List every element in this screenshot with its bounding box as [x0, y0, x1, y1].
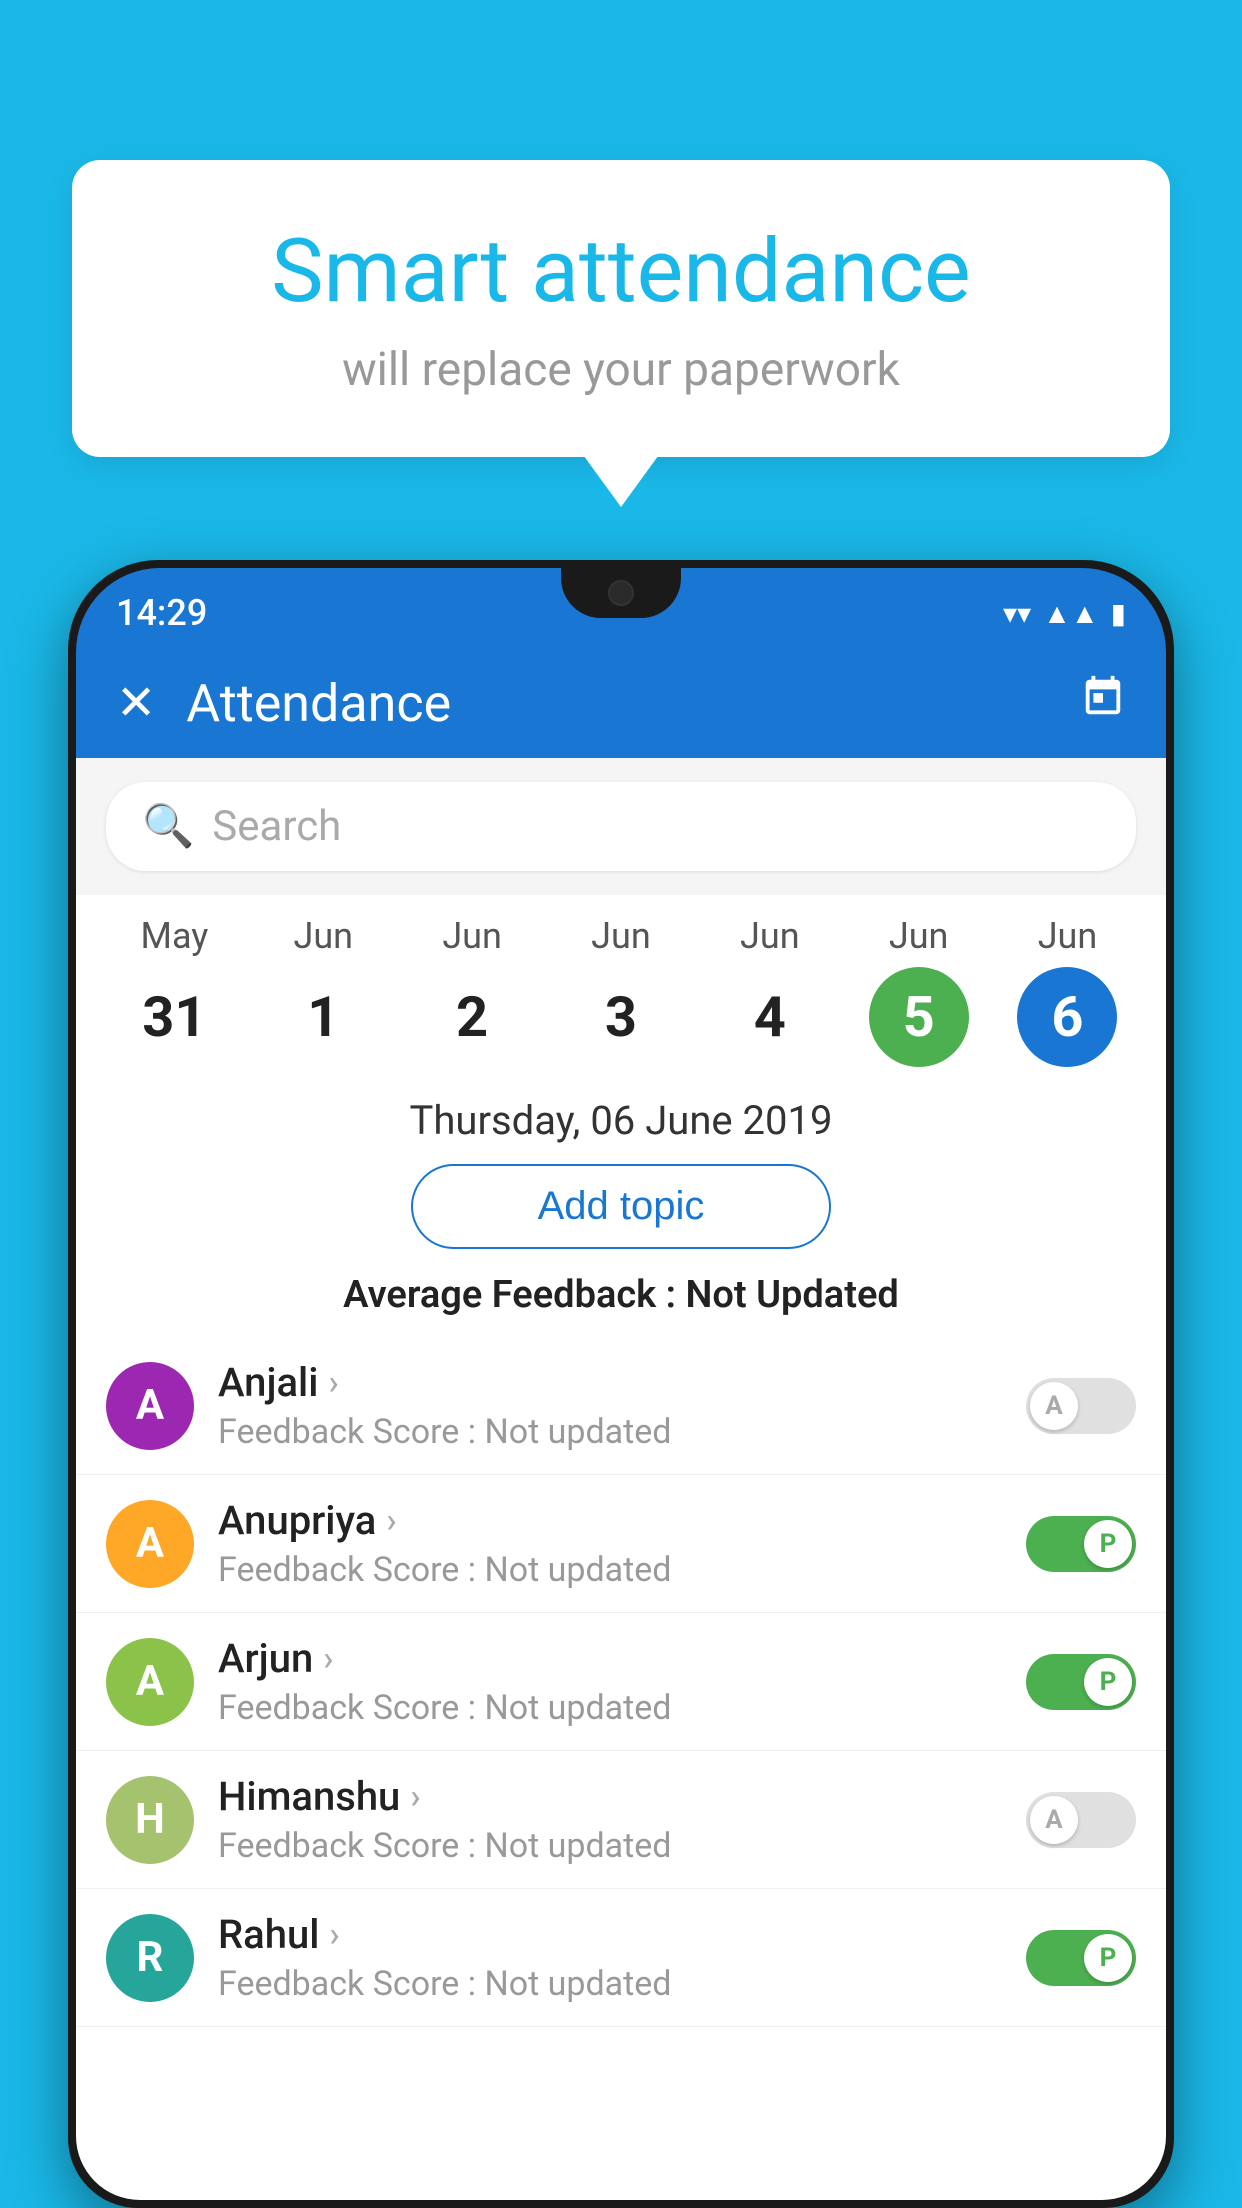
chevron-icon: › — [328, 1363, 338, 1403]
app-title: Attendance — [186, 673, 1050, 734]
feedback-score: Feedback Score : Not updated — [218, 1550, 1002, 1590]
attendance-toggle[interactable]: P — [1026, 1654, 1136, 1710]
toggle-knob: P — [1084, 1934, 1132, 1982]
avatar: A — [106, 1638, 194, 1726]
avatar: H — [106, 1776, 194, 1864]
battery-icon: ▮ — [1111, 597, 1126, 630]
attendance-toggle-wrap: P — [1026, 1930, 1136, 1986]
avatar: A — [106, 1362, 194, 1450]
student-list: AAnjali ›Feedback Score : Not updatedAAA… — [76, 1337, 1166, 2027]
cal-date: 5 — [869, 967, 969, 1067]
cal-month: Jun — [889, 915, 949, 957]
phone-frame: 14:29 ▾▾ ▲▲ ▮ ✕ Attendance 🔍 S — [68, 560, 1174, 2208]
avatar: R — [106, 1914, 194, 2002]
attendance-toggle-wrap: P — [1026, 1516, 1136, 1572]
attendance-toggle[interactable]: A — [1026, 1378, 1136, 1434]
speech-bubble-subtitle: will replace your paperwork — [152, 343, 1090, 397]
calendar-day-6[interactable]: Jun 6 — [1012, 915, 1122, 1067]
calendar-icon[interactable] — [1080, 674, 1126, 732]
calendar-day-31[interactable]: May 31 — [119, 915, 229, 1067]
student-item: A Arjun › Feedback Score : Not updated P — [76, 1613, 1166, 1751]
speech-bubble-title: Smart attendance — [152, 220, 1090, 323]
feedback-score: Feedback Score : Not updated — [218, 1688, 1002, 1728]
attendance-toggle[interactable]: A — [1026, 1792, 1136, 1848]
feedback-score: Feedback Score : Not updated — [218, 1826, 1002, 1866]
student-name[interactable]: Anjali › — [218, 1359, 1002, 1406]
notch — [561, 568, 681, 618]
cal-date: 31 — [124, 967, 224, 1067]
cal-month: Jun — [740, 915, 800, 957]
student-item: H Himanshu › Feedback Score : Not updated A — [76, 1751, 1166, 1889]
search-input-wrap[interactable]: 🔍 Search — [106, 782, 1136, 871]
status-icons: ▾▾ ▲▲ ▮ — [1003, 597, 1126, 630]
cal-month: Jun — [293, 915, 353, 957]
chevron-icon: › — [329, 1915, 339, 1955]
chevron-icon: › — [386, 1501, 396, 1541]
avg-feedback-label: Average Feedback : — [343, 1273, 676, 1317]
student-item: A Anupriya › Feedback Score : Not updated P — [76, 1475, 1166, 1613]
cal-date: 6 — [1017, 967, 1117, 1067]
cal-month: Jun — [1038, 915, 1098, 957]
cal-date: 2 — [422, 967, 522, 1067]
toggle-knob: P — [1084, 1658, 1132, 1706]
feedback-score: Feedback Score : Not updated — [218, 1412, 1002, 1452]
student-info: Anjali › Feedback Score : Not updated — [218, 1359, 1002, 1452]
camera — [608, 580, 634, 606]
calendar-day-2[interactable]: Jun 2 — [417, 915, 527, 1067]
avg-feedback-value: Not Updated — [685, 1273, 898, 1317]
cal-date: 4 — [720, 967, 820, 1067]
attendance-toggle[interactable]: P — [1026, 1516, 1136, 1572]
toggle-knob: A — [1030, 1382, 1078, 1430]
calendar-day-5[interactable]: Jun 5 — [864, 915, 974, 1067]
cal-date: 1 — [273, 967, 373, 1067]
cal-month: Jun — [591, 915, 651, 957]
search-bar-container: 🔍 Search — [76, 758, 1166, 895]
toggle-knob: A — [1030, 1796, 1078, 1844]
screen-content: 🔍 Search May 31 Jun 1 Jun 2 Jun 3 Jun 4 Jun 5 Jun 6 T… — [76, 758, 1166, 2200]
chevron-icon: › — [410, 1777, 420, 1817]
student-info: Arjun › Feedback Score : Not updated — [218, 1635, 1002, 1728]
app-bar: ✕ Attendance — [76, 648, 1166, 758]
attendance-toggle-wrap: A — [1026, 1792, 1136, 1848]
search-input[interactable]: Search — [212, 802, 341, 851]
speech-bubble-container: Smart attendance will replace your paper… — [72, 160, 1170, 457]
attendance-toggle-wrap: A — [1026, 1378, 1136, 1434]
selected-date-label: Thursday, 06 June 2019 — [76, 1067, 1166, 1164]
close-button[interactable]: ✕ — [116, 679, 156, 727]
calendar-day-4[interactable]: Jun 4 — [715, 915, 825, 1067]
cal-month: Jun — [442, 915, 502, 957]
attendance-toggle[interactable]: P — [1026, 1930, 1136, 1986]
chevron-icon: › — [323, 1639, 333, 1679]
toggle-knob: P — [1084, 1520, 1132, 1568]
add-topic-button[interactable]: Add topic — [411, 1164, 831, 1249]
wifi-icon: ▾▾ — [1003, 597, 1031, 630]
student-info: Himanshu › Feedback Score : Not updated — [218, 1773, 1002, 1866]
avg-feedback: Average Feedback : Not Updated — [76, 1273, 1166, 1317]
calendar-day-1[interactable]: Jun 1 — [268, 915, 378, 1067]
student-item: R Rahul › Feedback Score : Not updated P — [76, 1889, 1166, 2027]
phone-inner: 14:29 ▾▾ ▲▲ ▮ ✕ Attendance 🔍 S — [76, 568, 1166, 2200]
student-name[interactable]: Arjun › — [218, 1635, 1002, 1682]
calendar-day-3[interactable]: Jun 3 — [566, 915, 676, 1067]
student-info: Anupriya › Feedback Score : Not updated — [218, 1497, 1002, 1590]
cal-month: May — [141, 915, 209, 957]
status-time: 14:29 — [116, 592, 207, 634]
student-name[interactable]: Rahul › — [218, 1911, 1002, 1958]
signal-icon: ▲▲ — [1043, 597, 1098, 630]
avatar: A — [106, 1500, 194, 1588]
student-name[interactable]: Himanshu › — [218, 1773, 1002, 1820]
student-item: A Anjali › Feedback Score : Not updated A — [76, 1337, 1166, 1475]
speech-bubble: Smart attendance will replace your paper… — [72, 160, 1170, 457]
attendance-toggle-wrap: P — [1026, 1654, 1136, 1710]
feedback-score: Feedback Score : Not updated — [218, 1964, 1002, 2004]
student-info: Rahul › Feedback Score : Not updated — [218, 1911, 1002, 2004]
student-name[interactable]: Anupriya › — [218, 1497, 1002, 1544]
search-icon: 🔍 — [142, 802, 194, 851]
cal-date: 3 — [571, 967, 671, 1067]
calendar-strip: May 31 Jun 1 Jun 2 Jun 3 Jun 4 Jun 5 Jun 6 — [76, 895, 1166, 1067]
